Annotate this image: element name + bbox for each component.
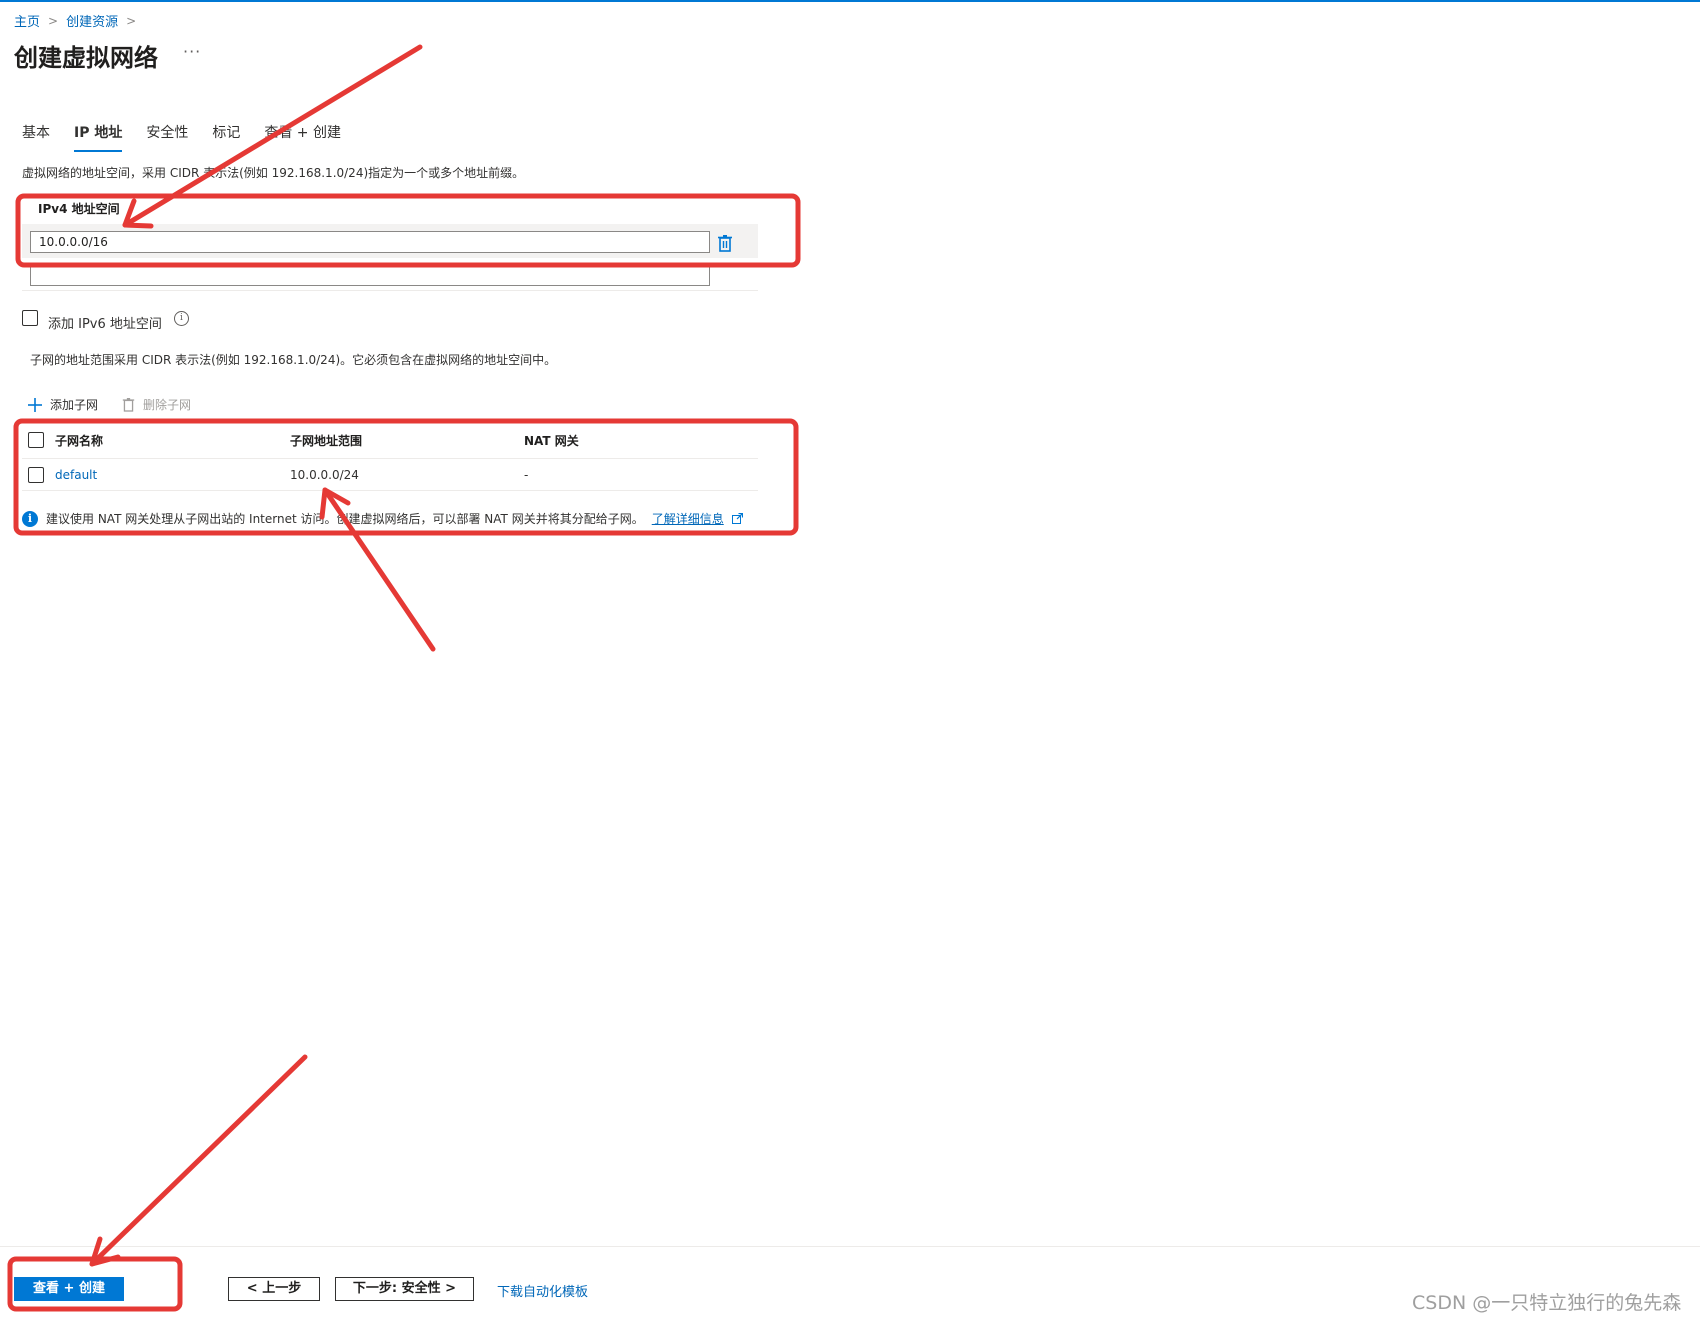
breadcrumb-home[interactable]: 主页 <box>14 11 40 30</box>
subnet-name-link[interactable]: default <box>55 468 97 482</box>
ipv4-address-space-label: IPv4 地址空间 <box>38 202 120 216</box>
add-subnet-label: 添加子网 <box>50 398 99 412</box>
subnet-range-cell: 10.0.0.0/24 <box>290 468 359 482</box>
trash-icon <box>122 398 135 412</box>
annotation-arrowhead-review <box>89 1236 121 1267</box>
column-header-subnet-name[interactable]: 子网名称 <box>55 432 103 449</box>
plus-icon <box>28 397 42 412</box>
csdn-watermark: CSDN @一只特立独行的兔先森 <box>1412 1292 1682 1314</box>
column-header-subnet-range[interactable]: 子网地址范围 <box>290 432 362 449</box>
info-icon: i <box>22 510 38 527</box>
ipv4-new-address-input[interactable] <box>30 264 710 286</box>
more-options-icon[interactable]: ··· <box>183 42 201 61</box>
table-divider <box>22 458 758 459</box>
info-banner-text: 建议使用 NAT 网关处理从子网出站的 Internet 访问。创建虚拟网络后，… <box>46 512 644 526</box>
footer-divider <box>0 1246 1700 1247</box>
tab-ip-addresses[interactable]: IP 地址 <box>74 122 123 152</box>
delete-subnet-label: 删除子网 <box>143 398 192 412</box>
tab-bar: 基本 IP 地址 安全性 标记 查看 + 创建 <box>22 122 365 152</box>
ipv6-checkbox[interactable] <box>22 310 38 326</box>
learn-more-link[interactable]: 了解详细信息 <box>652 510 724 527</box>
add-subnet-button[interactable]: 添加子网 <box>28 396 98 413</box>
info-icon[interactable]: i <box>174 311 189 326</box>
subnet-description: 子网的地址范围采用 CIDR 表示法(例如 192.168.1.0/24)。它必… <box>30 353 557 367</box>
top-accent-line <box>0 0 1700 2</box>
chevron-right-icon: > <box>126 13 137 28</box>
ipv4-address-input[interactable] <box>30 231 710 253</box>
divider <box>22 290 758 291</box>
nat-gateway-cell: - <box>524 468 529 482</box>
previous-button[interactable]: < 上一步 <box>228 1277 320 1301</box>
trash-icon[interactable] <box>717 234 733 252</box>
select-all-checkbox[interactable] <box>28 432 44 448</box>
chevron-right-icon: > <box>48 13 59 28</box>
next-security-button[interactable]: 下一步: 安全性 > <box>335 1277 474 1301</box>
download-template-link[interactable]: 下载自动化模板 <box>497 1281 588 1300</box>
column-header-nat-gateway[interactable]: NAT 网关 <box>524 432 579 449</box>
ipv6-label: 添加 IPv6 地址空间 <box>48 317 162 332</box>
row-checkbox[interactable] <box>28 467 44 483</box>
annotation-arrowhead-ipv4 <box>122 198 154 229</box>
review-create-button[interactable]: 查看 + 创建 <box>14 1277 124 1301</box>
page-title: 创建虚拟网络 <box>14 44 158 72</box>
table-divider <box>22 490 758 491</box>
tab-review-create[interactable]: 查看 + 创建 <box>264 122 341 152</box>
annotation-overlay <box>7 44 801 1312</box>
annotation-arrow-review <box>89 1054 308 1267</box>
tab-tags[interactable]: 标记 <box>212 122 240 152</box>
tab-security[interactable]: 安全性 <box>146 122 188 152</box>
delete-subnet-button[interactable]: 删除子网 <box>122 396 191 413</box>
breadcrumb-create-resource[interactable]: 创建资源 <box>66 11 118 30</box>
nat-info-banner: i 建议使用 NAT 网关处理从子网出站的 Internet 访问。创建虚拟网络… <box>22 510 743 527</box>
breadcrumb: 主页 > 创建资源 > <box>14 11 137 31</box>
address-space-description: 虚拟网络的地址空间，采用 CIDR 表示法(例如 192.168.1.0/24)… <box>22 166 525 180</box>
tab-basics[interactable]: 基本 <box>22 122 50 152</box>
external-link-icon[interactable] <box>731 513 743 524</box>
